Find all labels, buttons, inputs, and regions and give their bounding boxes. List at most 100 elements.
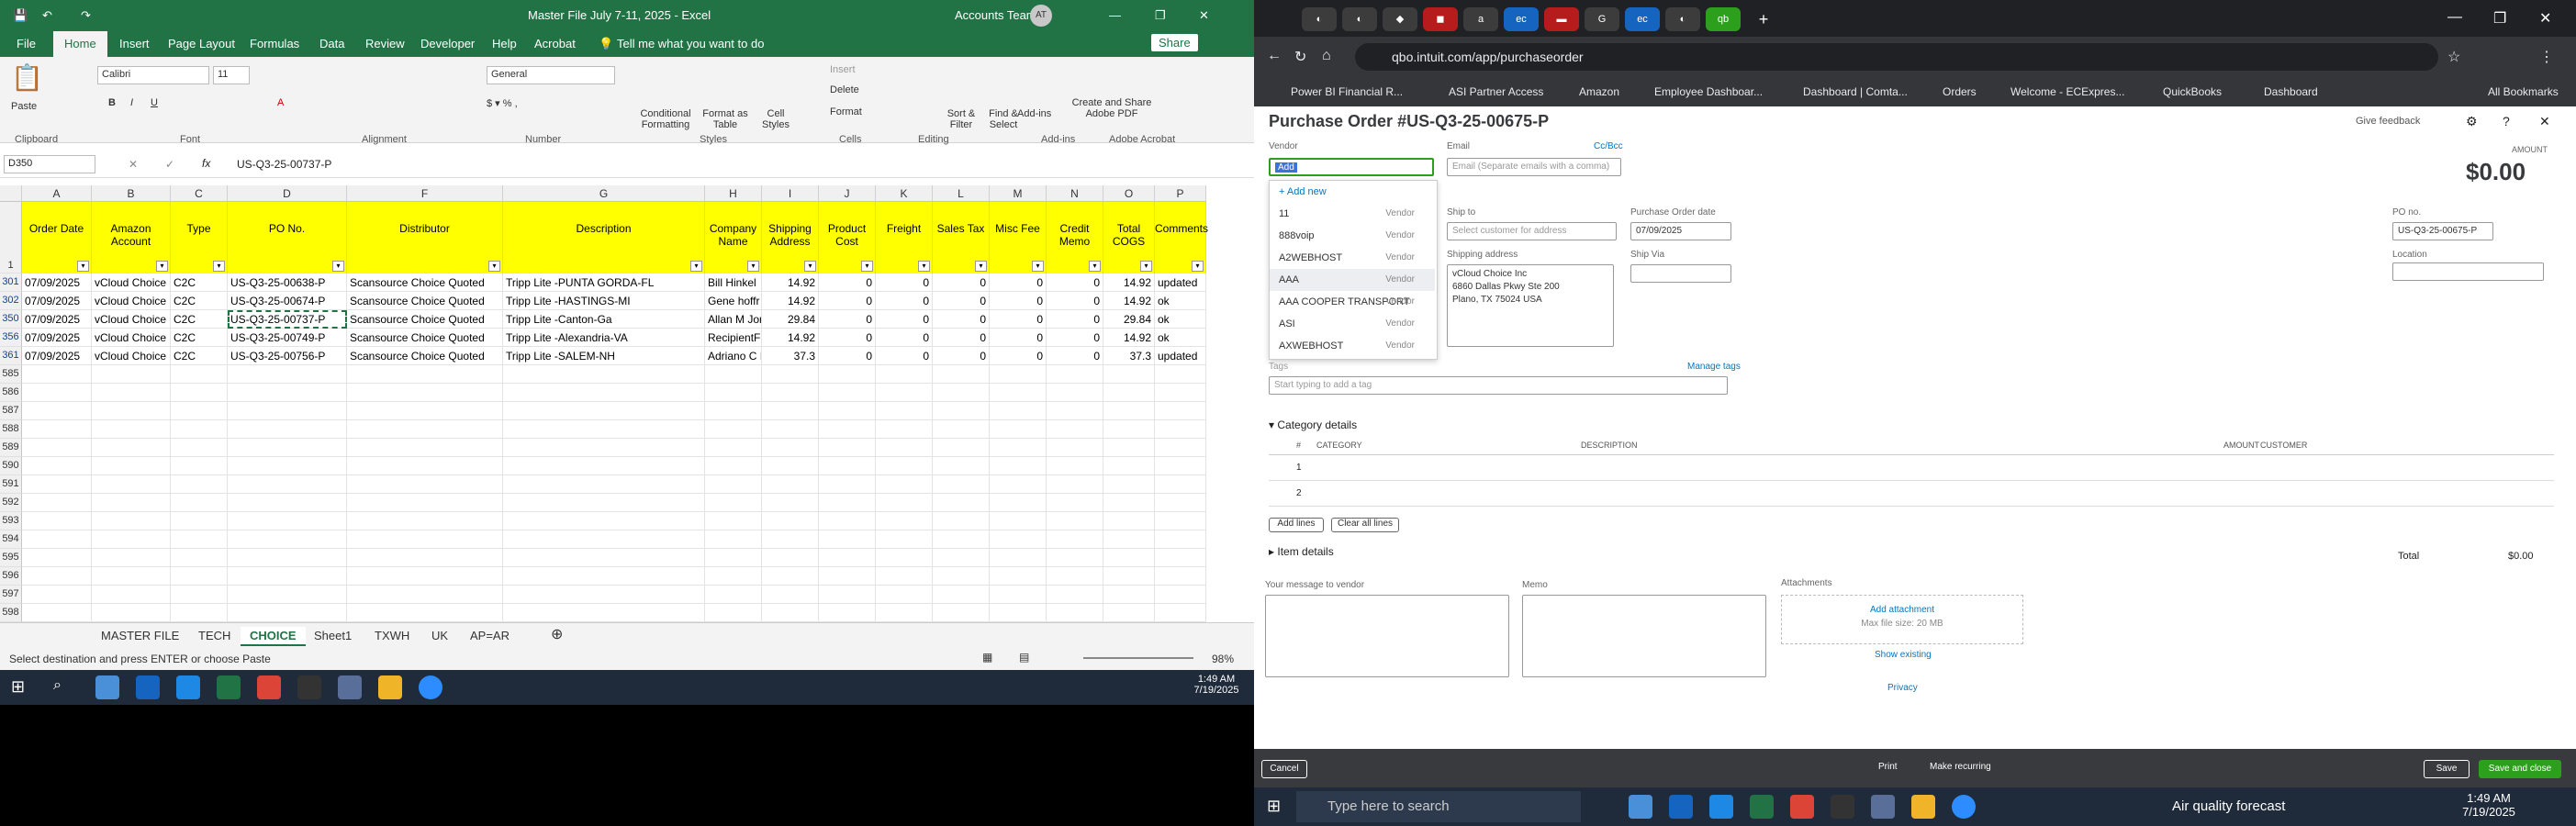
- filter-dropdown-icon[interactable]: ▾: [488, 261, 500, 272]
- reload-icon[interactable]: ↻: [1294, 48, 1306, 66]
- table-cell[interactable]: Adriano C I: [705, 347, 762, 365]
- attachment-dropzone[interactable]: Add attachment Max file size: 20 MB: [1781, 595, 2023, 644]
- underline-icon[interactable]: U: [151, 97, 158, 108]
- empty-cell[interactable]: [705, 457, 762, 475]
- table-cell[interactable]: Tripp Lite -PUNTA GORDA-FL: [503, 273, 705, 292]
- empty-cell[interactable]: [705, 530, 762, 549]
- empty-cell[interactable]: [92, 384, 171, 402]
- empty-cell[interactable]: [92, 604, 171, 622]
- empty-cell[interactable]: [990, 604, 1047, 622]
- empty-cell[interactable]: [705, 420, 762, 439]
- bookmark-power-bi[interactable]: Power BI Financial R...: [1291, 85, 1403, 98]
- empty-cell[interactable]: [933, 439, 990, 457]
- menu-data[interactable]: Data: [319, 37, 344, 50]
- empty-cell[interactable]: [1155, 384, 1206, 402]
- row-header[interactable]: 350: [0, 310, 22, 329]
- menu-help[interactable]: Help: [492, 37, 517, 50]
- empty-cell[interactable]: [22, 512, 92, 530]
- po-no-input[interactable]: US-Q3-25-00675-P: [2392, 222, 2493, 240]
- vendor-option[interactable]: AAA Vendor: [1270, 269, 1435, 291]
- empty-cell[interactable]: [92, 402, 171, 420]
- sheet-tab-uk[interactable]: UK: [422, 627, 457, 644]
- empty-cell[interactable]: [933, 512, 990, 530]
- empty-cell[interactable]: [503, 604, 705, 622]
- row-header[interactable]: 302: [0, 292, 22, 310]
- save-and-close-button[interactable]: Save and close: [2479, 760, 2561, 778]
- empty-cell[interactable]: [22, 384, 92, 402]
- empty-cell[interactable]: [92, 457, 171, 475]
- empty-cell[interactable]: [347, 512, 503, 530]
- empty-cell[interactable]: [762, 549, 819, 567]
- empty-cell[interactable]: [228, 439, 347, 457]
- star-icon[interactable]: ☆: [2447, 48, 2460, 66]
- close-icon[interactable]: ✕: [1199, 8, 1209, 23]
- empty-cell[interactable]: [705, 567, 762, 586]
- empty-cell[interactable]: [503, 530, 705, 549]
- table-cell[interactable]: 07/09/2025: [22, 329, 92, 347]
- empty-cell[interactable]: [22, 567, 92, 586]
- empty-cell[interactable]: [92, 530, 171, 549]
- table-cell[interactable]: 0: [876, 273, 933, 292]
- empty-cell[interactable]: [228, 475, 347, 494]
- row-header[interactable]: 591: [0, 475, 22, 494]
- privacy-link[interactable]: Privacy: [1887, 683, 1918, 693]
- table-cell[interactable]: RecipientF: [705, 329, 762, 347]
- empty-cell[interactable]: [819, 604, 876, 622]
- table-row[interactable]: 1: [1269, 455, 2554, 481]
- empty-cell[interactable]: [876, 586, 933, 604]
- add-attachment-link[interactable]: Add attachment: [1782, 605, 2022, 615]
- empty-cell[interactable]: [347, 365, 503, 384]
- empty-cell[interactable]: [347, 549, 503, 567]
- empty-cell[interactable]: [876, 567, 933, 586]
- table-cell[interactable]: 0: [990, 273, 1047, 292]
- item-details-toggle[interactable]: ▸ Item details: [1269, 545, 1334, 558]
- column-header[interactable]: H: [705, 185, 762, 202]
- column-header[interactable]: N: [1047, 185, 1103, 202]
- empty-cell[interactable]: [990, 475, 1047, 494]
- table-cell[interactable]: 07/09/2025: [22, 310, 92, 329]
- table-cell[interactable]: 0: [876, 347, 933, 365]
- browser-tab-google[interactable]: G: [1585, 7, 1619, 31]
- empty-cell[interactable]: [228, 365, 347, 384]
- excel-taskbar-icon-2[interactable]: [1750, 795, 1774, 819]
- empty-cell[interactable]: [22, 420, 92, 439]
- column-header[interactable]: C: [171, 185, 228, 202]
- empty-cell[interactable]: [990, 402, 1047, 420]
- table-cell[interactable]: Scansource Choice Quoted: [347, 347, 503, 365]
- calculator-taskbar-icon[interactable]: [338, 675, 362, 699]
- url-input[interactable]: qbo.intuit.com/app/purchaseorder: [1355, 43, 2438, 71]
- message-textarea[interactable]: [1265, 595, 1509, 677]
- undo-icon[interactable]: ↶: [42, 8, 52, 23]
- table-cell[interactable]: vCloud Choice: [92, 347, 171, 365]
- empty-cell[interactable]: [933, 494, 990, 512]
- empty-cell[interactable]: [92, 494, 171, 512]
- empty-cell[interactable]: [22, 604, 92, 622]
- empty-cell[interactable]: [705, 384, 762, 402]
- empty-cell[interactable]: [92, 512, 171, 530]
- formula-input[interactable]: US-Q3-25-00737-P: [237, 158, 331, 171]
- column-header[interactable]: M: [990, 185, 1047, 202]
- header-cell[interactable]: Misc Fee ▾: [990, 202, 1047, 273]
- table-cell[interactable]: US-Q3-25-00674-P: [228, 292, 347, 310]
- empty-cell[interactable]: [705, 604, 762, 622]
- ship-to-select[interactable]: Select customer for address: [1447, 222, 1617, 240]
- empty-cell[interactable]: [705, 549, 762, 567]
- table-cell[interactable]: Scansource Choice Quoted: [347, 273, 503, 292]
- browser-tab-ec[interactable]: ec: [1504, 7, 1539, 31]
- empty-cell[interactable]: [876, 384, 933, 402]
- empty-cell[interactable]: [762, 586, 819, 604]
- share-button[interactable]: Share: [1151, 34, 1198, 51]
- file-explorer-taskbar-icon[interactable]: [378, 675, 402, 699]
- empty-cell[interactable]: [705, 402, 762, 420]
- filter-dropdown-icon[interactable]: ▾: [213, 261, 225, 272]
- paste-icon[interactable]: 📋: [11, 62, 43, 93]
- table-cell[interactable]: ok: [1155, 310, 1206, 329]
- empty-cell[interactable]: [503, 549, 705, 567]
- sheet-tab-ap-ar[interactable]: AP=AR: [461, 627, 519, 644]
- header-cell[interactable]: Sales Tax ▾: [933, 202, 990, 273]
- empty-cell[interactable]: [1103, 402, 1155, 420]
- make-recurring-link[interactable]: Make recurring: [1930, 762, 1991, 772]
- empty-cell[interactable]: [1155, 402, 1206, 420]
- category-details-toggle[interactable]: ▾ Category details: [1269, 419, 1357, 431]
- sheet-tab-tech[interactable]: TECH: [189, 627, 240, 644]
